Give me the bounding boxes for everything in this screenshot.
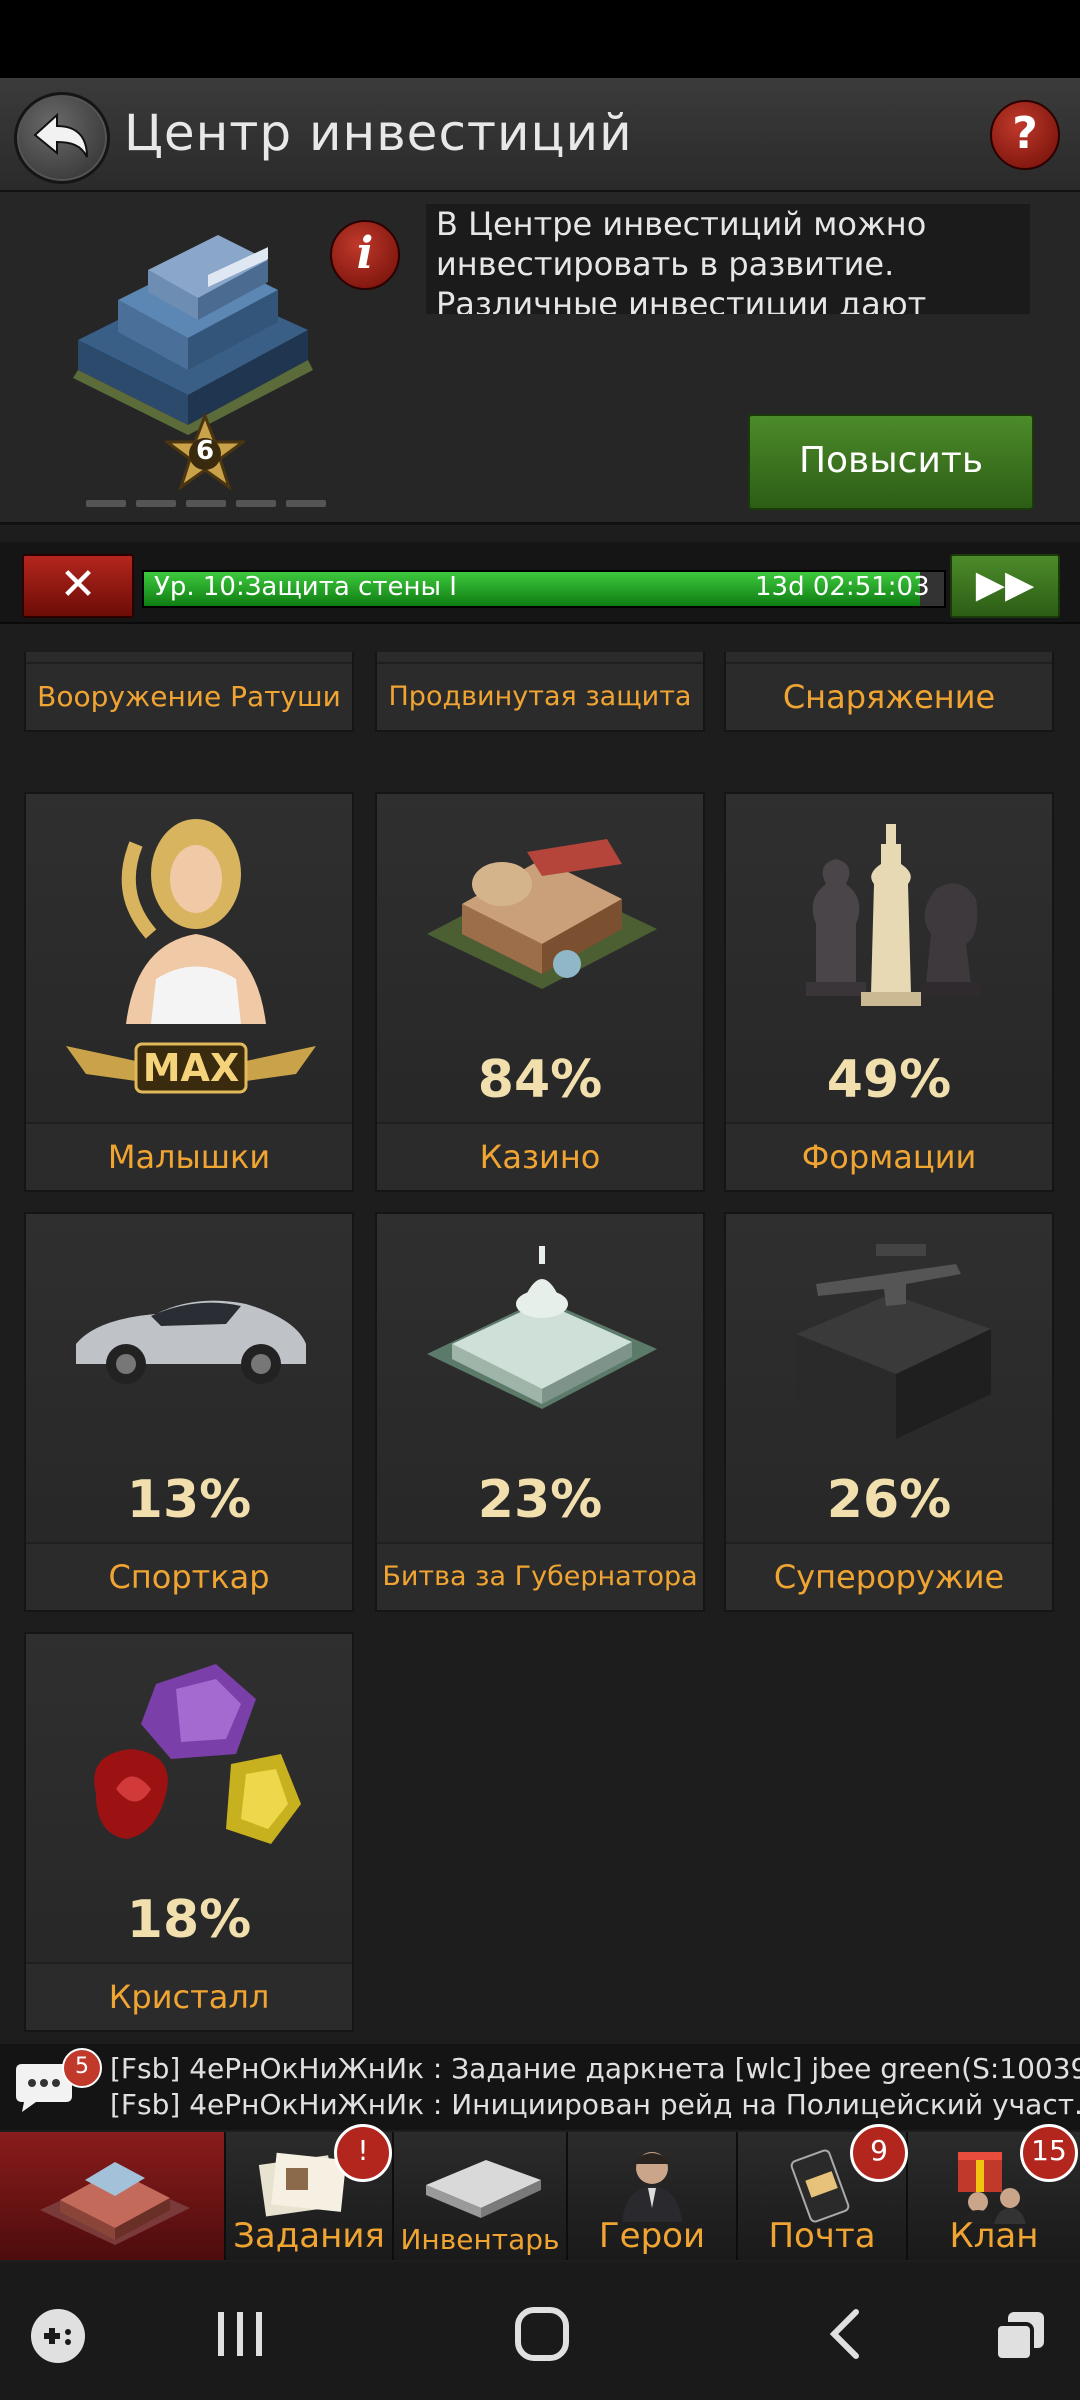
investment-card-advanced-defense[interactable]: 92% Продвинутая защита (375, 652, 705, 732)
system-navigation-bar (0, 2262, 1080, 2400)
investment-name: Супероружие (726, 1542, 1052, 1610)
investment-percent: 13% (126, 1470, 252, 1530)
investment-name: Снаряжение (726, 662, 1052, 730)
investment-grid: 85% Вооружение Ратуши 92% Продвинутая за… (0, 652, 1080, 2042)
chat-message: [Fsb] 4еРнОкНиЖнИк : Инициирован рейд на… (110, 2088, 1080, 2121)
research-task-label: Ур. 10:Защита стены I (154, 572, 457, 602)
upgrade-button[interactable]: Повысить (748, 414, 1034, 510)
investment-name: Малышки (26, 1122, 352, 1190)
header: Центр инвестиций ? (0, 78, 1080, 192)
investment-percent: 84% (477, 1050, 603, 1110)
research-queue-bar: ✕ Ур. 10:Защита стены I 13d 02:51:03 ▶▶ (0, 542, 1080, 624)
max-label: MAX (143, 1046, 240, 1090)
chat-ticker[interactable]: 5 [Fsb] 4еРнОкНиЖнИк : Задание даркнета … (0, 2044, 1080, 2130)
nav-label: Инвентарь (400, 2223, 560, 2256)
investment-building-icon (73, 235, 313, 435)
investment-percent: 74% (726, 652, 1052, 660)
weapon-crate-icon (796, 1244, 991, 1439)
nav-label: Почта (768, 2216, 876, 2256)
building-level: 6 (195, 436, 215, 466)
investment-card-casino[interactable]: 84% Казино (375, 792, 705, 1192)
back-arrow-icon (33, 112, 88, 158)
investment-name: Битва за Губернатора (377, 1542, 703, 1610)
nav-inventory[interactable]: Инвентарь (394, 2132, 568, 2260)
investment-card-sportscar[interactable]: 13% Спорткар (24, 1212, 354, 1612)
page-indicator-dot (236, 500, 276, 507)
nav-mail[interactable]: 9 Почта (738, 2124, 908, 2260)
casino-icon (427, 839, 657, 989)
back-button[interactable] (14, 92, 110, 184)
investment-card-legacy-crystal[interactable]: 18% Кристалл наследия (24, 1632, 354, 2032)
info-button[interactable]: i (330, 220, 400, 290)
help-button[interactable]: ? (990, 100, 1060, 170)
investment-percent: 26% (826, 1470, 952, 1530)
investment-name: Спорткар (26, 1542, 352, 1610)
nav-tasks[interactable]: ! Задания (226, 2124, 394, 2260)
investment-card-babes[interactable]: MAX Малышки (24, 792, 354, 1192)
back-nav-icon[interactable] (820, 2306, 870, 2362)
nav-label: Клан (949, 2216, 1039, 2256)
page-indicator-dot (186, 500, 226, 507)
investment-percent: 49% (826, 1050, 952, 1110)
cancel-research-button[interactable]: ✕ (22, 554, 134, 618)
investment-name: Вооружение Ратуши (26, 662, 352, 730)
investment-card-cityhall-weapons[interactable]: 85% Вооружение Ратуши (24, 652, 354, 732)
investment-card-governor-battle[interactable]: 23% Битва за Губернатора (375, 1212, 705, 1612)
page-title: Центр инвестиций (124, 104, 633, 162)
home-icon[interactable] (512, 2304, 572, 2364)
capitol-icon (427, 1246, 657, 1409)
sportscar-icon (76, 1300, 306, 1384)
bottom-navigation: ! Задания Инвентарь Герои 9 Почта 15 Кла… (0, 2124, 1080, 2260)
investment-percent: 85% (26, 652, 352, 660)
inventory-icon (426, 2160, 541, 2218)
recent-apps-icon[interactable] (212, 2306, 268, 2362)
page-indicator-dot (136, 500, 176, 507)
investment-percent: 23% (477, 1470, 603, 1530)
nav-heroes[interactable]: Герои (568, 2132, 738, 2260)
mail-unread-badge: 9 (850, 2124, 908, 2182)
investment-card-formations[interactable]: 49% Формации (724, 792, 1054, 1192)
investment-name: Кристалл наследия (26, 1962, 352, 2030)
clan-notification-badge: 15 (1020, 2124, 1078, 2182)
research-time-left: 13d 02:51:03 (755, 572, 930, 602)
page-indicator-dot (286, 500, 326, 507)
chat-unread-badge: 5 (62, 2048, 102, 2088)
investment-card-equipment[interactable]: 74% Снаряжение (724, 652, 1054, 732)
investment-percent: 18% (126, 1890, 252, 1950)
game-launcher-icon[interactable] (28, 2306, 88, 2366)
multiwindow-icon[interactable] (990, 2306, 1050, 2366)
status-bar (0, 0, 1080, 78)
base-icon (40, 2162, 190, 2245)
chess-icon (806, 824, 981, 1006)
building-info-panel: 6 i В Центре инвестиций можно инвестиров… (0, 192, 1080, 525)
chat-message: [Fsb] 4еРнОкНиЖнИк : Задание даркнета [w… (110, 2052, 1080, 2085)
investment-name: Казино (377, 1122, 703, 1190)
speed-up-button[interactable]: ▶▶ (950, 554, 1060, 618)
nav-label: Задания (233, 2216, 385, 2256)
babes-icon (121, 819, 266, 1024)
crystal-icon (94, 1664, 301, 1844)
investment-card-superweapon[interactable]: 26% Супероружие (724, 1212, 1054, 1612)
building-description: В Центре инвестиций можно инвестировать … (426, 204, 1030, 314)
investment-name: Формации (726, 1122, 1052, 1190)
max-badge-icon: MAX (66, 1042, 316, 1094)
nav-base[interactable] (0, 2132, 226, 2260)
nav-clan[interactable]: 15 Клан (908, 2124, 1080, 2260)
page-indicator-dot (86, 500, 126, 507)
investment-percent: 92% (377, 652, 703, 660)
heroes-icon (622, 2152, 682, 2222)
investment-name: Продвинутая защита (377, 662, 703, 730)
tasks-alert-badge: ! (334, 2124, 392, 2182)
nav-label: Герои (598, 2216, 706, 2256)
